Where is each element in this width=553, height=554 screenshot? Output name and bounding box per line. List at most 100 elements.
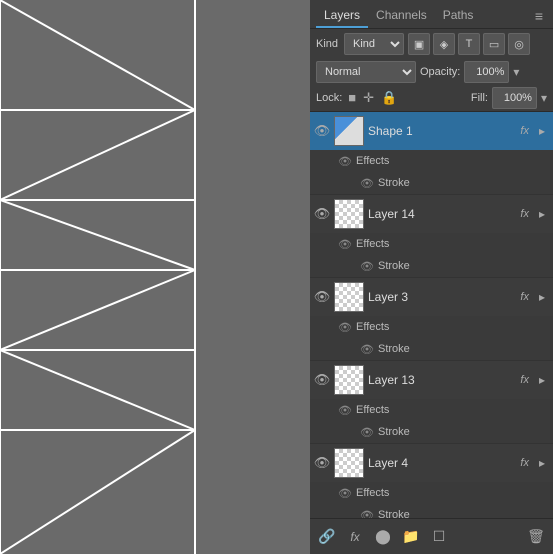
thumb-content-layer13 bbox=[335, 366, 363, 394]
layer-fx-layer4[interactable]: fx bbox=[520, 457, 529, 469]
layer-thumb-layer13 bbox=[334, 365, 364, 395]
shape-filter-icon[interactable]: ▭ bbox=[483, 33, 505, 55]
effects-eye-layer3[interactable]: 👁 bbox=[338, 320, 352, 334]
link-icon[interactable]: 🔗 bbox=[316, 526, 338, 548]
tab-paths[interactable]: Paths bbox=[435, 4, 482, 28]
lock-label: Lock: bbox=[316, 92, 342, 104]
layer-sub-layer13: 👁 Effects 👁 Stroke bbox=[310, 399, 553, 443]
panel-menu-icon[interactable]: ≡ bbox=[531, 6, 547, 26]
effects-item-shape1[interactable]: 👁 Effects bbox=[310, 150, 553, 172]
layer-info-layer4: Layer 4 bbox=[368, 456, 516, 470]
layer-name-layer3: Layer 3 bbox=[368, 290, 516, 304]
stroke-label-layer14: Stroke bbox=[378, 260, 410, 272]
effects-label-layer3: Effects bbox=[356, 321, 389, 333]
effects-eye-shape1[interactable]: 👁 bbox=[338, 154, 352, 168]
stroke-eye-layer4[interactable]: 👁 bbox=[360, 508, 374, 518]
layer-sub-layer4: 👁 Effects 👁 Stroke bbox=[310, 482, 553, 518]
effects-item-layer13[interactable]: 👁 Effects bbox=[310, 399, 553, 421]
stroke-label-layer4: Stroke bbox=[378, 509, 410, 518]
effects-label-layer4: Effects bbox=[356, 487, 389, 499]
opacity-input[interactable]: 100% bbox=[464, 61, 509, 83]
layer-eye-layer3[interactable]: 👁 bbox=[314, 289, 330, 305]
fill-arrow[interactable]: ▾ bbox=[541, 91, 547, 105]
effects-eye-layer4[interactable]: 👁 bbox=[338, 486, 352, 500]
opacity-arrow[interactable]: ▾ bbox=[513, 65, 519, 79]
layer-arrow-layer3: ▸ bbox=[539, 290, 545, 304]
layer-name-layer13: Layer 13 bbox=[368, 373, 516, 387]
thumb-content-layer3 bbox=[335, 283, 363, 311]
stroke-item-shape1[interactable]: 👁 Stroke bbox=[310, 172, 553, 194]
layer-sub-layer3: 👁 Effects 👁 Stroke bbox=[310, 316, 553, 360]
layer-main-layer14[interactable]: 👁 Layer 14 fx ▸ bbox=[310, 195, 553, 233]
layer-main-layer4[interactable]: 👁 Layer 4 fx ▸ bbox=[310, 444, 553, 482]
lock-move-icon[interactable]: ✛ bbox=[361, 89, 376, 107]
effects-eye-layer13[interactable]: 👁 bbox=[338, 403, 352, 417]
stroke-item-layer13[interactable]: 👁 Stroke bbox=[310, 421, 553, 443]
effects-item-layer3[interactable]: 👁 Effects bbox=[310, 316, 553, 338]
layer-main-layer13[interactable]: 👁 Layer 13 fx ▸ bbox=[310, 361, 553, 399]
tab-channels[interactable]: Channels bbox=[368, 4, 435, 28]
effects-label-shape1: Effects bbox=[356, 155, 389, 167]
lock-pixels-icon[interactable]: ■ bbox=[346, 89, 358, 107]
stroke-label-shape1: Stroke bbox=[378, 177, 410, 189]
layer-name-shape1: Shape 1 bbox=[368, 124, 516, 138]
effects-label-layer13: Effects bbox=[356, 404, 389, 416]
panel-tabs: Layers Channels Paths bbox=[316, 4, 481, 28]
layer-thumb-layer3 bbox=[334, 282, 364, 312]
canvas-area bbox=[0, 0, 310, 554]
type-filter-icon[interactable]: T bbox=[458, 33, 480, 55]
layer-arrow-layer14: ▸ bbox=[539, 207, 545, 221]
layer-eye-layer14[interactable]: 👁 bbox=[314, 206, 330, 222]
thumb-content-shape1 bbox=[335, 117, 363, 145]
lock-all-icon[interactable]: 🔒 bbox=[379, 89, 399, 107]
layer-fx-layer3[interactable]: fx bbox=[520, 291, 529, 303]
stroke-eye-layer14[interactable]: 👁 bbox=[360, 259, 374, 273]
effects-eye-layer14[interactable]: 👁 bbox=[338, 237, 352, 251]
stroke-eye-layer13[interactable]: 👁 bbox=[360, 425, 374, 439]
stroke-eye-layer3[interactable]: 👁 bbox=[360, 342, 374, 356]
layer-item-layer13: 👁 Layer 13 fx ▸ 👁 Effects 👁 Stroke bbox=[310, 361, 553, 444]
opacity-label: Opacity: bbox=[420, 66, 460, 78]
layer-fx-shape1[interactable]: fx bbox=[520, 125, 529, 137]
panel-footer: 🔗 fx ⬤ 📁 ☐ 🗑 bbox=[310, 518, 553, 554]
layer-main-layer3[interactable]: 👁 Layer 3 fx ▸ bbox=[310, 278, 553, 316]
layer-fx-layer14[interactable]: fx bbox=[520, 208, 529, 220]
lock-icons-group: ■ ✛ 🔒 bbox=[346, 89, 399, 107]
fx-icon[interactable]: fx bbox=[344, 526, 366, 548]
stroke-eye-shape1[interactable]: 👁 bbox=[360, 176, 374, 190]
toolbar-blend-row: Normal Opacity: 100% ▾ bbox=[310, 59, 553, 85]
kind-label: Kind bbox=[316, 38, 338, 50]
stroke-item-layer3[interactable]: 👁 Stroke bbox=[310, 338, 553, 360]
layer-fx-layer13[interactable]: fx bbox=[520, 374, 529, 386]
layer-main-shape1[interactable]: 👁 Shape 1 fx ▸ bbox=[310, 112, 553, 150]
layer-item-shape1: 👁 Shape 1 fx ▸ 👁 Effects 👁 Stroke bbox=[310, 112, 553, 195]
adjustment-filter-icon[interactable]: ◈ bbox=[433, 33, 455, 55]
blend-mode-select[interactable]: Normal bbox=[316, 61, 416, 83]
layer-thumb-layer4 bbox=[334, 448, 364, 478]
trash-icon[interactable]: 🗑 bbox=[525, 526, 547, 548]
effects-label-layer14: Effects bbox=[356, 238, 389, 250]
fill-input[interactable] bbox=[492, 87, 537, 109]
layer-item-layer3: 👁 Layer 3 fx ▸ 👁 Effects 👁 Stroke bbox=[310, 278, 553, 361]
layers-list: 👁 Shape 1 fx ▸ 👁 Effects 👁 Stroke bbox=[310, 112, 553, 518]
kind-select[interactable]: Kind bbox=[344, 33, 404, 55]
layer-arrow-layer13: ▸ bbox=[539, 373, 545, 387]
stroke-item-layer14[interactable]: 👁 Stroke bbox=[310, 255, 553, 277]
layer-eye-layer13[interactable]: 👁 bbox=[314, 372, 330, 388]
layer-sub-shape1: 👁 Effects 👁 Stroke bbox=[310, 150, 553, 194]
pixel-filter-icon[interactable]: ▣ bbox=[408, 33, 430, 55]
adjustment-icon[interactable]: ⬤ bbox=[372, 526, 394, 548]
layer-thumb-layer14 bbox=[334, 199, 364, 229]
layer-eye-shape1[interactable]: 👁 bbox=[314, 123, 330, 139]
layer-info-layer13: Layer 13 bbox=[368, 373, 516, 387]
layer-name-layer14: Layer 14 bbox=[368, 207, 516, 221]
stroke-item-layer4[interactable]: 👁 Stroke bbox=[310, 504, 553, 518]
effects-item-layer14[interactable]: 👁 Effects bbox=[310, 233, 553, 255]
layer-eye-layer4[interactable]: 👁 bbox=[314, 455, 330, 471]
effects-item-layer4[interactable]: 👁 Effects bbox=[310, 482, 553, 504]
folder-icon[interactable]: 📁 bbox=[400, 526, 422, 548]
smart-filter-icon[interactable]: ◎ bbox=[508, 33, 530, 55]
layer-arrow-layer4: ▸ bbox=[539, 456, 545, 470]
new-layer-icon[interactable]: ☐ bbox=[428, 526, 450, 548]
tab-layers[interactable]: Layers bbox=[316, 4, 368, 28]
